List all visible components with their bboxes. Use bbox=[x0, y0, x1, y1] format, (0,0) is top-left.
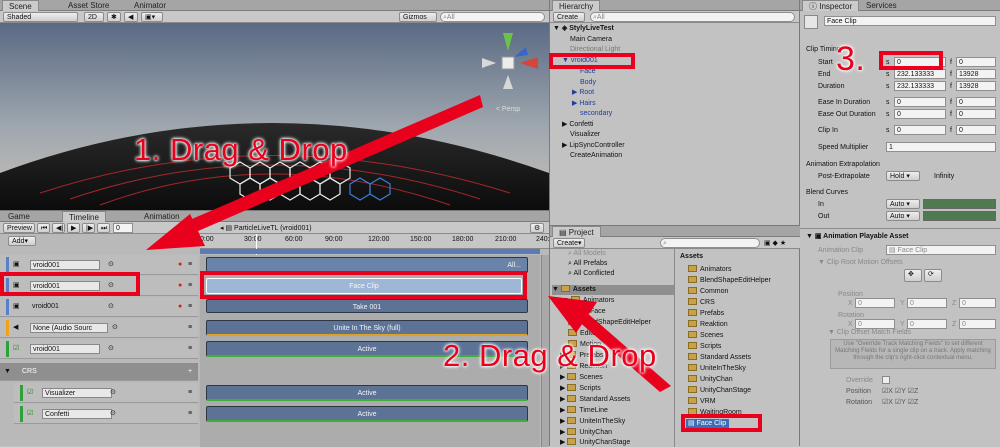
highlight-hierarchy-vroid001 bbox=[549, 53, 635, 69]
highlight-start-field bbox=[879, 51, 943, 70]
annotation-step1: 1. Drag & Drop bbox=[134, 132, 348, 167]
annotation-step2: 2. Drag & Drop bbox=[443, 338, 657, 373]
highlight-project-face-clip bbox=[681, 414, 762, 432]
annotation-step3: 3. bbox=[836, 40, 866, 78]
arrow-1 bbox=[146, 95, 483, 250]
highlight-timeline-track bbox=[0, 272, 140, 296]
highlight-face-clip bbox=[200, 271, 527, 299]
